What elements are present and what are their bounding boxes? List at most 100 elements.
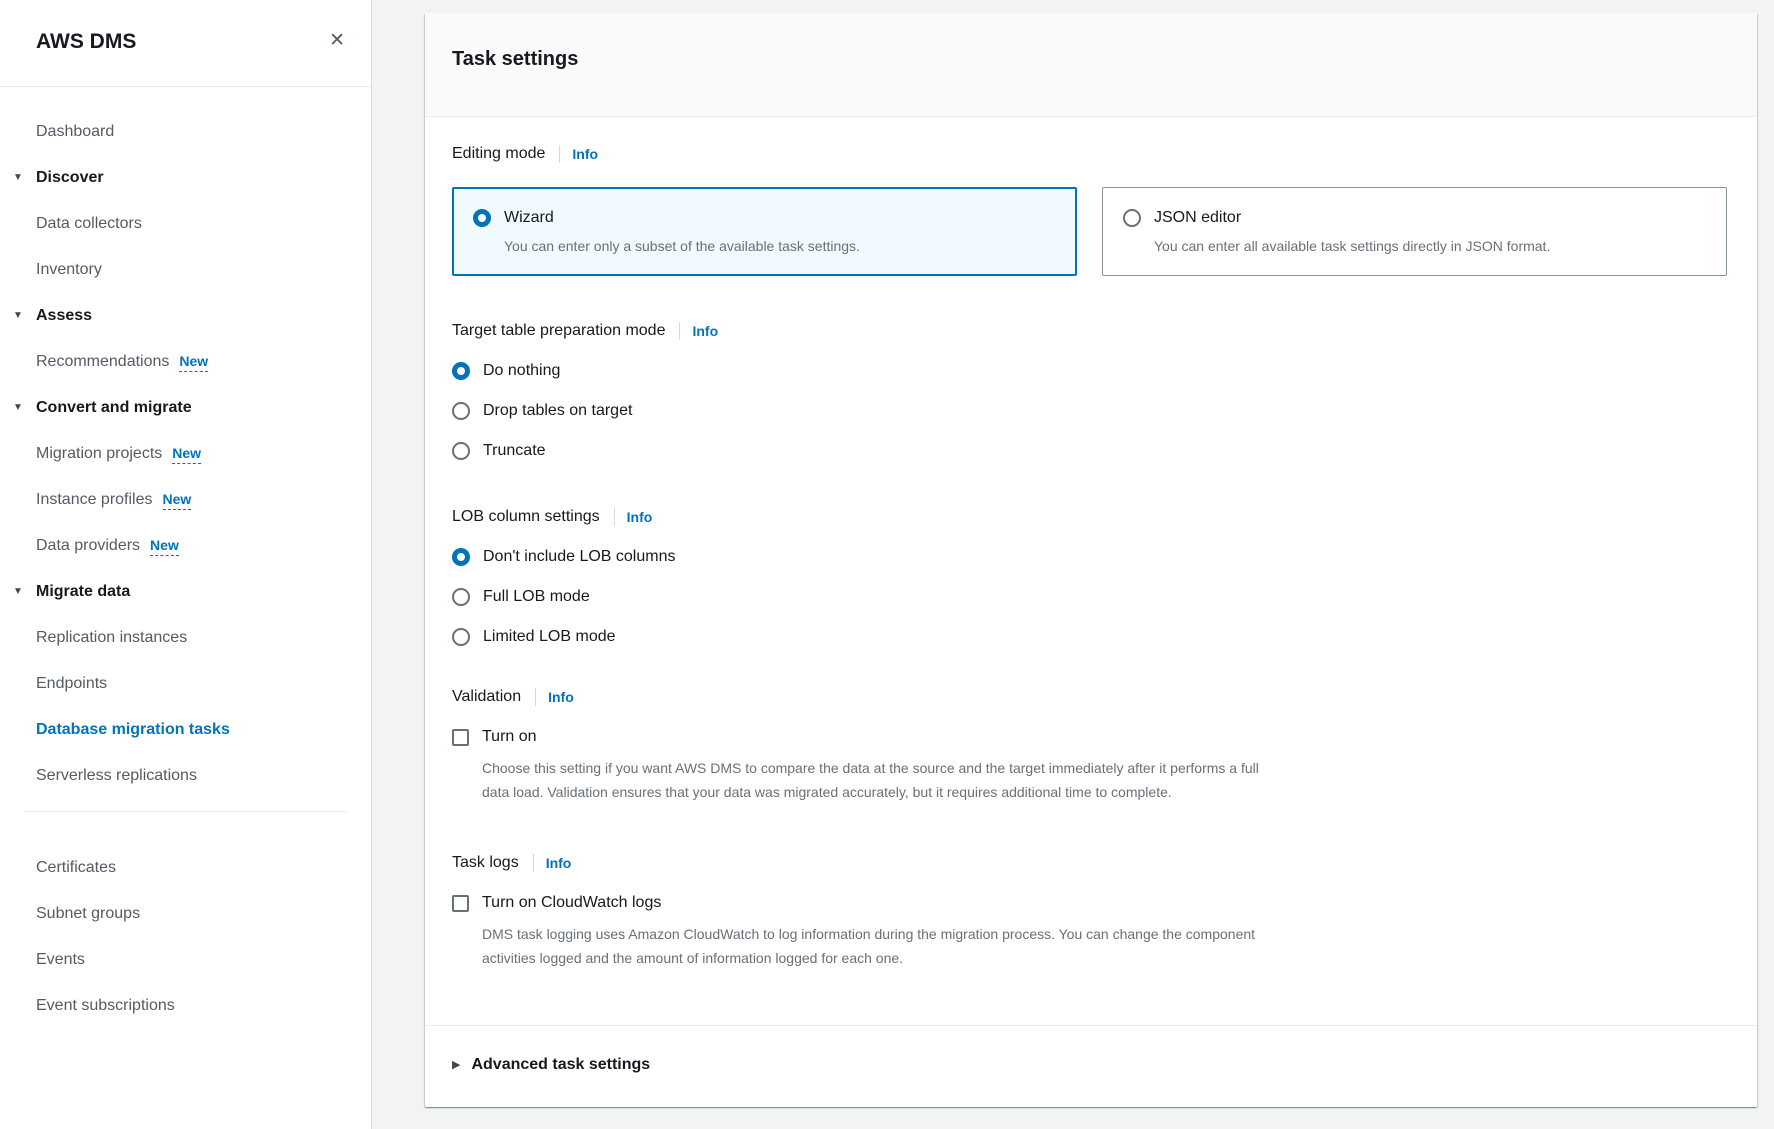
sidebar-nav: Dashboard ▼ Discover Data collectors Inv… xyxy=(0,87,371,1016)
label-separator xyxy=(679,322,680,340)
radio-label: Drop tables on target xyxy=(483,400,632,422)
section-label: Convert and migrate xyxy=(36,397,192,418)
field-label-validation: Validation xyxy=(452,686,521,708)
section-label: Assess xyxy=(36,305,92,326)
radio-label: Do nothing xyxy=(483,360,560,382)
sidebar-title: AWS DMS xyxy=(36,30,136,54)
sidebar-footer-links: Certificates Subnet groups Events Event … xyxy=(0,812,371,1016)
sidebar-item-certificates[interactable]: Certificates xyxy=(0,857,371,878)
checkbox-turn-on-cloudwatch-logs[interactable]: Turn on CloudWatch logs xyxy=(452,892,1727,914)
caret-right-icon: ▶ xyxy=(452,1054,460,1076)
sidebar-item-inventory[interactable]: Inventory xyxy=(0,259,371,280)
advanced-task-settings-label: Advanced task settings xyxy=(471,1054,650,1076)
card-footer: ▶ Advanced task settings xyxy=(425,1025,1757,1107)
sidebar-item-replication-instances[interactable]: Replication instances xyxy=(0,627,371,648)
page-title: Task settings xyxy=(452,47,1727,71)
sidebar-section-header-discover[interactable]: ▼ Discover xyxy=(0,167,371,188)
checkbox-label: Turn on CloudWatch logs xyxy=(482,892,661,914)
checkbox-validation-turn-on[interactable]: Turn on xyxy=(452,726,1727,748)
sidebar-item-migration-projects[interactable]: Migration projectsNew xyxy=(0,443,371,464)
radio-icon[interactable] xyxy=(473,209,491,227)
lob-column-settings-group: LOB column settings Info Don't include L… xyxy=(452,506,1727,648)
radio-label: Limited LOB mode xyxy=(483,626,616,648)
validation-description: Choose this setting if you want AWS DMS … xyxy=(482,756,1267,804)
new-badge[interactable]: New xyxy=(150,537,179,556)
lob-column-settings-label-row: LOB column settings Info xyxy=(452,506,1727,528)
new-badge[interactable]: New xyxy=(163,491,192,510)
advanced-task-settings-expander[interactable]: ▶ Advanced task settings xyxy=(452,1054,1727,1076)
new-badge[interactable]: New xyxy=(172,445,201,464)
checkbox-icon xyxy=(452,729,469,746)
field-label-target-table-preparation: Target table preparation mode xyxy=(452,320,665,342)
radio-option-full-lob-mode[interactable]: Full LOB mode xyxy=(452,586,1727,608)
section-label: Discover xyxy=(36,167,104,188)
task-logs-info-link[interactable]: Info xyxy=(546,855,572,871)
sidebar-item-data-collectors[interactable]: Data collectors xyxy=(0,213,371,234)
card-body: Editing mode Info Wizard You can enter o… xyxy=(425,117,1757,1025)
sidebar-section-header-convert-and-migrate[interactable]: ▼ Convert and migrate xyxy=(0,397,371,418)
field-label-lob-column-settings: LOB column settings xyxy=(452,506,600,528)
section-label: Migrate data xyxy=(36,581,130,602)
target-table-preparation-info-link[interactable]: Info xyxy=(692,323,718,339)
radio-icon[interactable] xyxy=(1123,209,1141,227)
sidebar-header: AWS DMS ✕ xyxy=(0,0,371,54)
radio-option-dont-include-lob-columns[interactable]: Don't include LOB columns xyxy=(452,546,1727,568)
caret-down-icon: ▼ xyxy=(13,397,26,418)
task-settings-card: Task settings Editing mode Info Wizard Y… xyxy=(425,13,1757,1107)
lob-column-settings-info-link[interactable]: Info xyxy=(627,509,653,525)
sidebar-section-convert-and-migrate: ▼ Convert and migrate Migration projects… xyxy=(0,397,371,556)
radio-icon xyxy=(452,628,470,646)
close-icon[interactable]: ✕ xyxy=(329,30,345,52)
field-label-editing-mode: Editing mode xyxy=(452,143,545,165)
sidebar-item-label: Instance profiles xyxy=(36,491,153,508)
sidebar: AWS DMS ✕ Dashboard ▼ Discover Data coll… xyxy=(0,0,372,1129)
sidebar-item-events[interactable]: Events xyxy=(0,949,371,970)
radio-label: Don't include LOB columns xyxy=(483,546,675,568)
checkbox-label: Turn on xyxy=(482,726,537,748)
tile-wizard-head: Wizard xyxy=(473,206,1056,230)
target-table-preparation-group: Target table preparation mode Info Do no… xyxy=(452,320,1727,462)
editing-mode-label-row: Editing mode Info xyxy=(452,143,1727,165)
radio-icon xyxy=(452,588,470,606)
sidebar-item-label: Data providers xyxy=(36,537,140,554)
editing-mode-info-link[interactable]: Info xyxy=(572,146,598,162)
sidebar-item-serverless-replications[interactable]: Serverless replications xyxy=(0,765,371,786)
caret-down-icon: ▼ xyxy=(13,305,26,326)
caret-down-icon: ▼ xyxy=(13,167,26,188)
sidebar-item-recommendations[interactable]: RecommendationsNew xyxy=(0,351,371,372)
label-separator xyxy=(614,508,615,526)
radio-option-limited-lob-mode[interactable]: Limited LOB mode xyxy=(452,626,1727,648)
sidebar-item-endpoints[interactable]: Endpoints xyxy=(0,673,371,694)
task-logs-label-row: Task logs Info xyxy=(452,852,1727,874)
tile-json-editor-head: JSON editor xyxy=(1123,206,1706,230)
tile-wizard[interactable]: Wizard You can enter only a subset of th… xyxy=(452,187,1077,276)
radio-icon xyxy=(452,362,470,380)
tile-label: JSON editor xyxy=(1154,206,1241,230)
radio-icon xyxy=(452,442,470,460)
sidebar-section-header-assess[interactable]: ▼ Assess xyxy=(0,305,371,326)
target-table-preparation-label-row: Target table preparation mode Info xyxy=(452,320,1727,342)
tile-json-editor[interactable]: JSON editor You can enter all available … xyxy=(1102,187,1727,276)
sidebar-section-migrate-data: ▼ Migrate data Replication instances End… xyxy=(0,581,371,786)
sidebar-item-data-providers[interactable]: Data providers New xyxy=(0,535,371,556)
validation-group: Validation Info Turn on Choose this sett… xyxy=(452,686,1727,804)
sidebar-item-database-migration-tasks[interactable]: Database migration tasks xyxy=(0,719,371,740)
sidebar-item-event-subscriptions[interactable]: Event subscriptions xyxy=(0,995,371,1016)
task-logs-description: DMS task logging uses Amazon CloudWatch … xyxy=(482,922,1267,970)
sidebar-item-instance-profiles[interactable]: Instance profiles New xyxy=(0,489,371,510)
tile-label: Wizard xyxy=(504,206,554,230)
sidebar-item-subnet-groups[interactable]: Subnet groups xyxy=(0,903,371,924)
editing-mode-tiles: Wizard You can enter only a subset of th… xyxy=(452,187,1727,276)
radio-option-do-nothing[interactable]: Do nothing xyxy=(452,360,1727,382)
radio-option-drop-tables-on-target[interactable]: Drop tables on target xyxy=(452,400,1727,422)
sidebar-section-assess: ▼ Assess RecommendationsNew xyxy=(0,305,371,372)
sidebar-section-header-migrate-data[interactable]: ▼ Migrate data xyxy=(0,581,371,602)
new-badge[interactable]: New xyxy=(179,353,208,372)
tile-description: You can enter all available task setting… xyxy=(1154,236,1594,257)
radio-option-truncate[interactable]: Truncate xyxy=(452,440,1727,462)
card-header: Task settings xyxy=(425,13,1757,117)
validation-info-link[interactable]: Info xyxy=(548,689,574,705)
sidebar-item-dashboard[interactable]: Dashboard xyxy=(0,121,371,142)
caret-down-icon: ▼ xyxy=(13,581,26,602)
checkbox-icon xyxy=(452,895,469,912)
